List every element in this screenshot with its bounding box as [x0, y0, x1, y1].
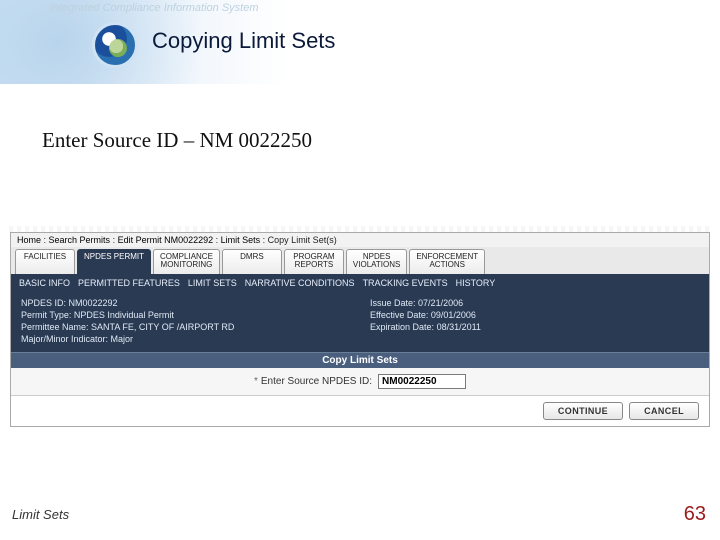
- button-row: CONTINUE CANCEL: [11, 396, 709, 426]
- subtab-narrative-conditions[interactable]: NARRATIVE CONDITIONS: [245, 278, 355, 288]
- continue-button[interactable]: CONTINUE: [543, 402, 623, 420]
- major-minor-value: Major: [111, 334, 134, 344]
- expiration-date-label: Expiration Date:: [370, 322, 434, 332]
- tab-npdes-violations[interactable]: NPDES VIOLATIONS: [346, 249, 407, 274]
- breadcrumb-current: Copy Limit Set(s): [268, 235, 337, 245]
- page-number: 63: [684, 503, 706, 526]
- expiration-date-value: 08/31/2011: [437, 322, 481, 332]
- tab-compliance-monitoring[interactable]: COMPLIANCE MONITORING: [153, 249, 220, 274]
- issue-date-label: Issue Date:: [370, 298, 416, 308]
- source-npdes-id-input[interactable]: [378, 374, 466, 389]
- footer-label: Limit Sets: [12, 507, 69, 522]
- cancel-button[interactable]: CANCEL: [629, 402, 699, 420]
- subtab-permitted-features[interactable]: PERMITTED FEATURES: [78, 278, 180, 288]
- breadcrumb-item[interactable]: Edit Permit NM0022292: [118, 235, 214, 245]
- source-id-label: Enter Source NPDES ID:: [261, 376, 372, 387]
- secondary-tabs: BASIC INFO PERMITTED FEATURES LIMIT SETS…: [11, 274, 709, 292]
- app-screenshot: Home : Search Permits : Edit Permit NM00…: [10, 232, 710, 427]
- tab-npdes-permit[interactable]: NPDES PERMIT: [77, 249, 151, 274]
- permittee-label: Permittee Name:: [21, 322, 89, 332]
- subtab-tracking-events[interactable]: TRACKING EVENTS: [363, 278, 448, 288]
- primary-tabs: FACILITIES NPDES PERMIT COMPLIANCE MONIT…: [11, 247, 709, 274]
- epa-logo-icon: [92, 22, 138, 68]
- breadcrumb: Home : Search Permits : Edit Permit NM00…: [11, 233, 709, 247]
- system-watermark: Integrated Compliance Information System: [50, 2, 259, 14]
- subtab-basic-info[interactable]: BASIC INFO: [19, 278, 70, 288]
- breadcrumb-item[interactable]: Home: [17, 235, 41, 245]
- tab-dmrs[interactable]: DMRS: [222, 249, 282, 274]
- breadcrumb-item[interactable]: Limit Sets: [221, 235, 261, 245]
- npdes-id-value: NM0022292: [69, 298, 118, 308]
- breadcrumb-item[interactable]: Search Permits: [49, 235, 111, 245]
- slide-title: Copying Limit Sets: [152, 28, 335, 54]
- tab-program-reports[interactable]: PROGRAM REPORTS: [284, 249, 344, 274]
- subtab-limit-sets[interactable]: LIMIT SETS: [188, 278, 237, 288]
- instruction-text: Enter Source ID – NM 0022250: [42, 128, 312, 153]
- source-id-row: * Enter Source NPDES ID:: [11, 368, 709, 396]
- tab-facilities[interactable]: FACILITIES: [15, 249, 75, 274]
- subtab-history[interactable]: HISTORY: [456, 278, 496, 288]
- permittee-value: SANTA FE, CITY OF /AIRPORT RD: [91, 322, 234, 332]
- effective-date-label: Effective Date:: [370, 310, 428, 320]
- npdes-id-label: NPDES ID:: [21, 298, 66, 308]
- permit-type-label: Permit Type:: [21, 310, 71, 320]
- effective-date-value: 09/01/2006: [431, 310, 476, 320]
- permit-type-value: NPDES Individual Permit: [74, 310, 174, 320]
- issue-date-value: 07/21/2006: [418, 298, 463, 308]
- slide-header: Integrated Compliance Information System…: [0, 0, 720, 84]
- major-minor-label: Major/Minor Indicator:: [21, 334, 108, 344]
- tab-enforcement-actions[interactable]: ENFORCEMENT ACTIONS: [409, 249, 485, 274]
- panel-title: Copy Limit Sets: [11, 352, 709, 368]
- permit-details: NPDES ID: NM0022292 Issue Date: 07/21/20…: [11, 292, 709, 352]
- required-mark: *: [254, 376, 258, 387]
